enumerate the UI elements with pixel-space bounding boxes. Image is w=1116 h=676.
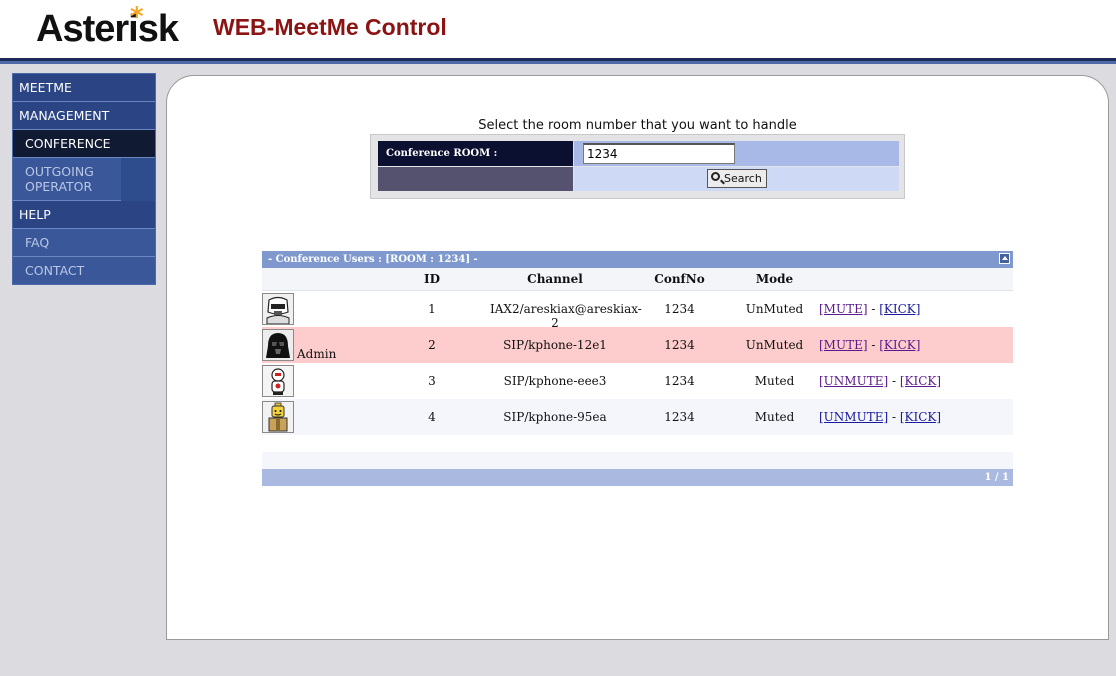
user-actions: [UNMUTE] - [KICK] [819, 374, 942, 388]
user-channel: IAX2/areskiax@areskiax-2 [490, 302, 642, 330]
user-channel: SIP/kphone-12e1 [503, 338, 607, 352]
search-button[interactable]: Search [707, 169, 767, 188]
column-header-channel: Channel [527, 272, 583, 286]
table-row: 1 IAX2/areskiax@areskiax-2 1234 UnMuted … [262, 291, 1013, 330]
room-prompt: Select the room number that you want to … [478, 118, 797, 133]
room-label: Conference ROOM : [378, 141, 573, 166]
search-cell: Search [574, 167, 899, 191]
mute-link[interactable]: [MUTE] [819, 302, 868, 316]
user-id: 3 [428, 374, 436, 388]
lego-figure-icon [262, 401, 294, 433]
user-actions: [MUTE] - [KICK] [819, 302, 921, 316]
kick-link[interactable]: [KICK] [879, 302, 920, 316]
column-header-id: ID [423, 272, 441, 286]
user-mode: UnMuted [745, 302, 804, 316]
user-channel: SIP/kphone-eee3 [503, 374, 607, 388]
users-grid-spacer [262, 452, 1013, 469]
sidebar-item-conference[interactable]: CONFERENCE [13, 130, 155, 158]
user-actions: [MUTE] - [KICK] [819, 338, 921, 352]
asterisk-logo: Asterisk [36, 8, 179, 50]
user-mode: UnMuted [745, 338, 804, 352]
search-icon [711, 172, 720, 181]
user-id: 4 [428, 410, 436, 424]
sidebar-item-faq[interactable]: FAQ [13, 229, 155, 257]
user-channel: SIP/kphone-95ea [503, 410, 607, 424]
asterisk-star-icon: * [130, 2, 144, 32]
sidebar-item-outgoing-operator[interactable]: OUTGOING OPERATOR [13, 158, 121, 201]
users-grid-title-text: - Conference Users : [ROOM : 1234] - [268, 254, 478, 265]
user-mode: Muted [754, 410, 795, 424]
user-id: 1 [428, 302, 436, 316]
users-grid-header: ID Channel ConfNo Mode [262, 268, 1013, 291]
sidebar-item-help[interactable]: HELP [13, 201, 155, 229]
app-title: WEB-MeetMe Control [213, 14, 447, 40]
mute-link[interactable]: [MUTE] [819, 338, 868, 352]
collapse-icon[interactable] [999, 253, 1010, 264]
users-grid-pagination: 1 / 1 [262, 469, 1013, 486]
column-header-confno: ConfNo [654, 272, 705, 286]
user-confno: 1234 [664, 410, 695, 424]
stormtrooper-icon [262, 293, 294, 325]
unmute-link[interactable]: [UNMUTE] [819, 374, 888, 388]
darth-vader-icon [262, 329, 294, 361]
user-confno: 1234 [664, 374, 695, 388]
header: Asterisk * WEB-MeetMe Control [0, 0, 1116, 58]
user-id: 2 [428, 338, 436, 352]
kick-link[interactable]: [KICK] [879, 338, 920, 352]
kick-link[interactable]: [KICK] [900, 374, 941, 388]
user-mode: Muted [754, 374, 795, 388]
user-name: Admin [297, 347, 337, 361]
user-confno: 1234 [664, 338, 695, 352]
main-panel: Select the room number that you want to … [166, 75, 1109, 640]
user-confno: 1234 [664, 302, 695, 316]
form-spacer [378, 167, 573, 191]
sidebar-item-meetme[interactable]: MEETME [13, 74, 155, 102]
search-button-label: Search [724, 172, 762, 185]
unmute-link[interactable]: [UNMUTE] [819, 410, 888, 424]
room-form: Conference ROOM : 1234 Search [370, 134, 905, 199]
kick-link[interactable]: [KICK] [900, 410, 941, 424]
user-actions: [UNMUTE] - [KICK] [819, 410, 942, 424]
users-grid-title: - Conference Users : [ROOM : 1234] - [262, 251, 1013, 268]
sidebar-menu: MEETME MANAGEMENT CONFERENCE OUTGOING OP… [12, 73, 156, 285]
sidebar-item-contact[interactable]: CONTACT [13, 257, 155, 284]
table-row: 4 SIP/kphone-95ea 1234 Muted [UNMUTE] - … [262, 399, 1013, 435]
table-row: 3 SIP/kphone-eee3 1234 Muted [UNMUTE] - … [262, 363, 1013, 399]
table-row: Admin 2 SIP/kphone-12e1 1234 UnMuted [MU… [262, 327, 1013, 363]
column-header-mode: Mode [755, 272, 794, 286]
robot-icon [262, 365, 294, 397]
room-number-input[interactable]: 1234 [583, 143, 735, 164]
sidebar-item-management[interactable]: MANAGEMENT [13, 102, 155, 130]
room-input-cell: 1234 [574, 141, 899, 166]
header-divider-accent [0, 61, 1116, 64]
